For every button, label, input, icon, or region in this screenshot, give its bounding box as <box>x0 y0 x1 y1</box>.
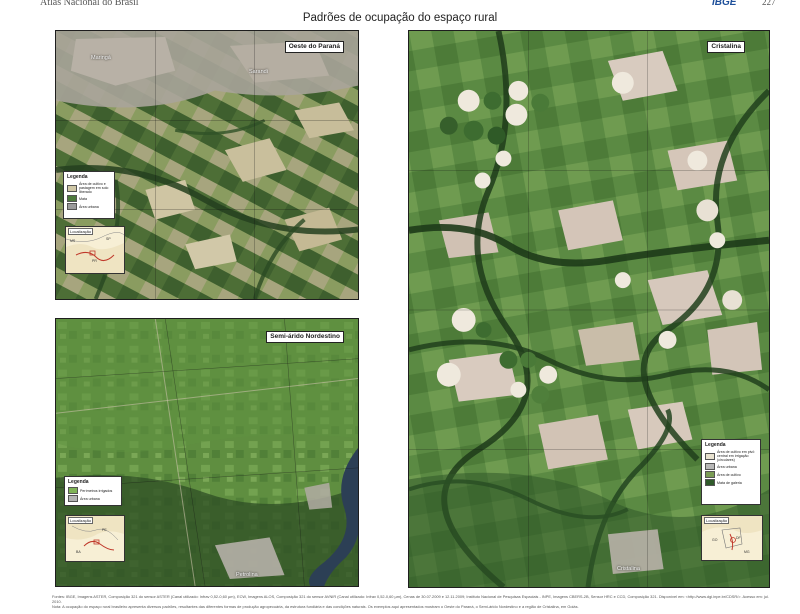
legend-item: Área urbana <box>705 463 757 470</box>
legend-title: Legenda <box>67 174 88 180</box>
legend-swatch <box>67 195 77 202</box>
map-oeste-parana[interactable]: Oeste do Paraná Maringá Sarandi Legenda … <box>55 30 359 300</box>
legend-title: Legenda <box>68 479 89 485</box>
legend-label: Área de cultivo <box>717 472 741 477</box>
inset-state-label: PR <box>92 259 97 263</box>
map-semiarido-nordestino[interactable]: Semi-árido Nordestino Petrolina Legenda … <box>55 318 359 587</box>
map-title-parana: Oeste do Paraná <box>284 41 344 53</box>
ibge-logo: IBGE <box>712 0 737 8</box>
map-title-cristalina: Cristalina <box>707 41 745 53</box>
page-title: Padrões de ocupação do espaço rural <box>302 12 498 24</box>
legend-item: Área de cultivo e pastagem em solo liber… <box>67 182 111 194</box>
legend-label: Área urbana <box>79 204 99 209</box>
inset-title: Localização <box>704 517 730 524</box>
place-label-maringa: Maringá <box>91 55 111 61</box>
legend-item: Mata <box>67 195 111 202</box>
legend-label: Mata <box>79 196 87 201</box>
locator-inset-cristalina: Localização GO DF MG <box>701 515 763 561</box>
legend-swatch <box>68 487 78 494</box>
legend-label: Área de cultivo e pastagem em solo liber… <box>79 182 109 194</box>
header-atlas-title: Atlas Nacional do Brasil <box>40 0 139 8</box>
inset-state-label: DF <box>736 536 741 540</box>
map-title-semiarido: Semi-árido Nordestino <box>266 331 344 343</box>
legend-semiarido: Legenda Perímetros irrigados Área urbana <box>64 476 122 506</box>
legend-item: Perímetros irrigados <box>68 487 118 494</box>
footer-sources: Fontes: IBGE, Imagens ASTER, Composição … <box>52 594 769 604</box>
footer-note: Nota: A ocupação do espaço rural brasile… <box>52 604 579 609</box>
inset-title: Localização <box>68 228 94 235</box>
inset-state-label: SP <box>106 237 111 241</box>
legend-label: Área urbana <box>80 496 100 501</box>
legend-swatch <box>705 452 715 460</box>
legend-label: Área urbana <box>717 464 737 469</box>
legend-swatch <box>67 184 77 192</box>
legend-item: Área de cultivo em pivô central em irrig… <box>705 450 757 462</box>
legend-item: Área urbana <box>68 495 118 502</box>
inset-state-label: MS <box>70 239 76 243</box>
legend-item: Área urbana <box>67 203 111 210</box>
legend-swatch <box>68 495 78 502</box>
locator-inset-parana: Localização SP MS PR <box>65 226 125 274</box>
inset-state-label: PE <box>102 528 107 532</box>
legend-swatch <box>705 479 715 486</box>
page-number: 227 <box>762 0 776 7</box>
legend-cristalina: Legenda Área de cultivo em pivô central … <box>701 439 761 505</box>
place-label-cristalina: Cristalina <box>617 566 640 572</box>
inset-state-label: BA <box>76 550 81 554</box>
map-cristalina[interactable]: Cristalina Cristalina Legenda Área de cu… <box>408 30 770 588</box>
legend-parana: Legenda Área de cultivo e pastagem em so… <box>63 171 115 219</box>
legend-title: Legenda <box>705 442 726 448</box>
footer-notes: Fontes: IBGE, Imagens ASTER, Composição … <box>52 594 774 609</box>
legend-item: Área de cultivo <box>705 471 757 478</box>
legend-label: Mata de galeria <box>717 480 742 485</box>
legend-swatch <box>705 471 715 478</box>
legend-label: Perímetros irrigados <box>80 488 113 493</box>
place-label-petrolina: Petrolina <box>236 572 258 578</box>
legend-swatch <box>67 203 77 210</box>
place-label-sarandi: Sarandi <box>249 69 268 75</box>
inset-state-label: MG <box>744 550 750 554</box>
legend-swatch <box>705 463 715 470</box>
inset-state-label: GO <box>712 538 718 542</box>
legend-label: Área de cultivo em pivô central em irrig… <box>717 450 755 462</box>
legend-item: Mata de galeria <box>705 479 757 486</box>
locator-inset-semiarido: Localização PE BA <box>65 515 125 562</box>
inset-title: Localização <box>68 517 94 524</box>
